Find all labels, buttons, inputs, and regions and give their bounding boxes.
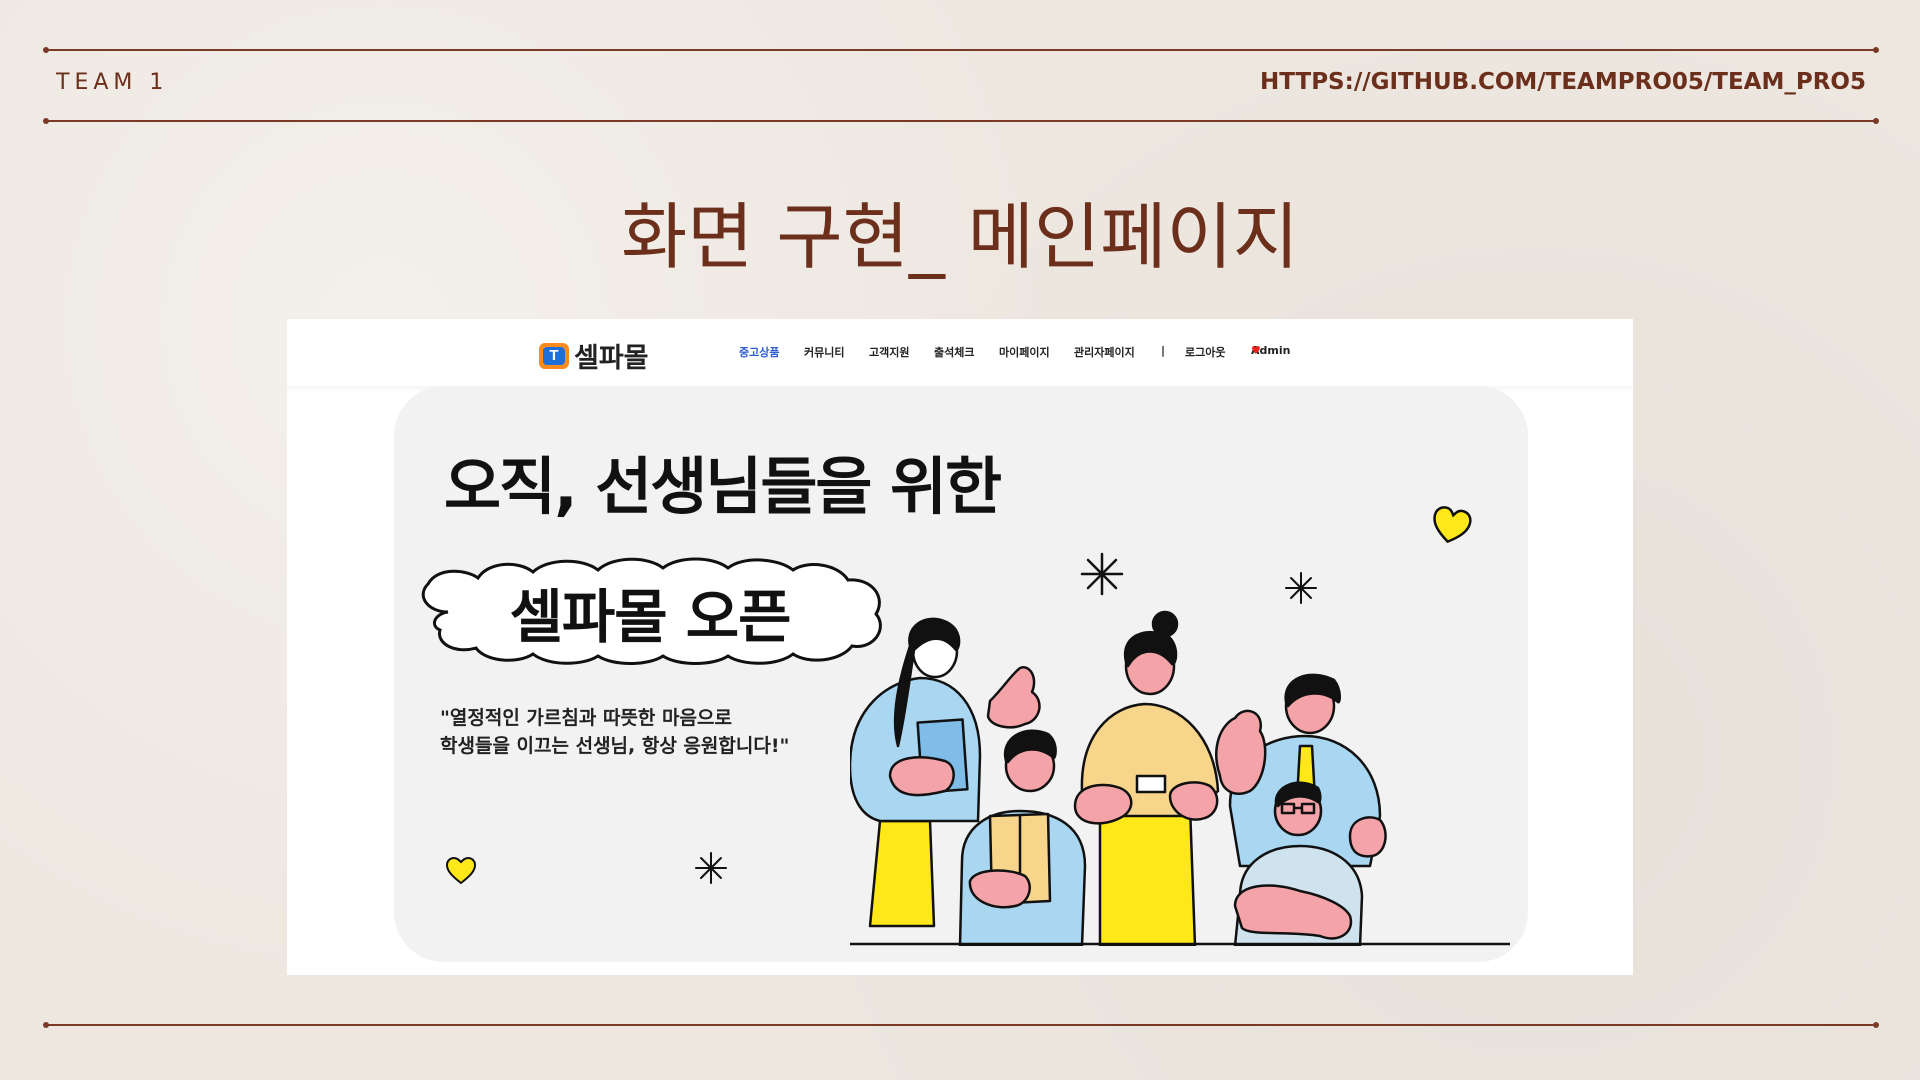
top-rule (43, 47, 1879, 53)
nav-item-support[interactable]: 고객지원 (869, 344, 909, 360)
nav-item-logout[interactable]: 로그아웃 (1185, 344, 1225, 360)
page-title: 화면 구현_ 메인페이지 (621, 195, 1299, 279)
logo-icon: T (539, 342, 569, 369)
logo-text: 셀파몰 (574, 343, 649, 374)
logo-mark-letter: T (543, 346, 565, 365)
hero-quote: "열정적인 가르침과 따뜻한 마음으로 학생들을 이끄는 선생님, 항상 응원합… (440, 704, 789, 760)
nav-item-attendance[interactable]: 출석체크 (934, 344, 974, 360)
nav-item-admin-page[interactable]: 관리자페이지 (1074, 344, 1135, 360)
team-label: TEAM 1 (56, 70, 169, 95)
nav-item-mypage[interactable]: 마이페이지 (999, 344, 1050, 360)
site-header: T 셀파몰 중고상품 커뮤니티 고객지원 출석체크 마이페이지 관리자페이지 |… (287, 319, 1633, 386)
sparkle-icon (1080, 552, 1124, 596)
header-rule (43, 118, 1879, 124)
hero-quote-line-2: 학생들을 이끄는 선생님, 항상 응원합니다!" (440, 735, 790, 757)
site-logo[interactable]: T 셀파몰 (539, 336, 649, 375)
website-screenshot: T 셀파몰 중고상품 커뮤니티 고객지원 출석체크 마이페이지 관리자페이지 |… (287, 319, 1633, 975)
sparkle-icon (695, 852, 727, 884)
teachers-illustration (850, 610, 1510, 946)
github-url[interactable]: HTTPS://GITHUB.COM/TEAMPRO05/TEAM_PRO5 (1260, 69, 1866, 95)
hero-headline: 오직, 선생님들을 위한 (444, 450, 1002, 523)
yellow-heart-icon (445, 856, 477, 885)
nav-item-community[interactable]: 커뮤니티 (804, 344, 844, 360)
nav-divider: | (1161, 344, 1166, 357)
hero-banner: 오직, 선생님들을 위한 셀파몰 오픈 "열정적인 가르침과 따뜻한 마음으로 … (394, 386, 1528, 962)
sparkle-icon (1285, 572, 1317, 604)
yellow-heart-icon (1433, 506, 1472, 544)
hero-quote-line-1: "열정적인 가르침과 따뜻한 마음으로 (440, 707, 732, 729)
heart-icon: ♥ (1251, 344, 1261, 357)
bottom-rule (43, 1022, 1879, 1028)
hero-badge-text: 셀파몰 오픈 (509, 583, 792, 651)
nav-item-used-goods[interactable]: 중고상품 (739, 344, 779, 360)
